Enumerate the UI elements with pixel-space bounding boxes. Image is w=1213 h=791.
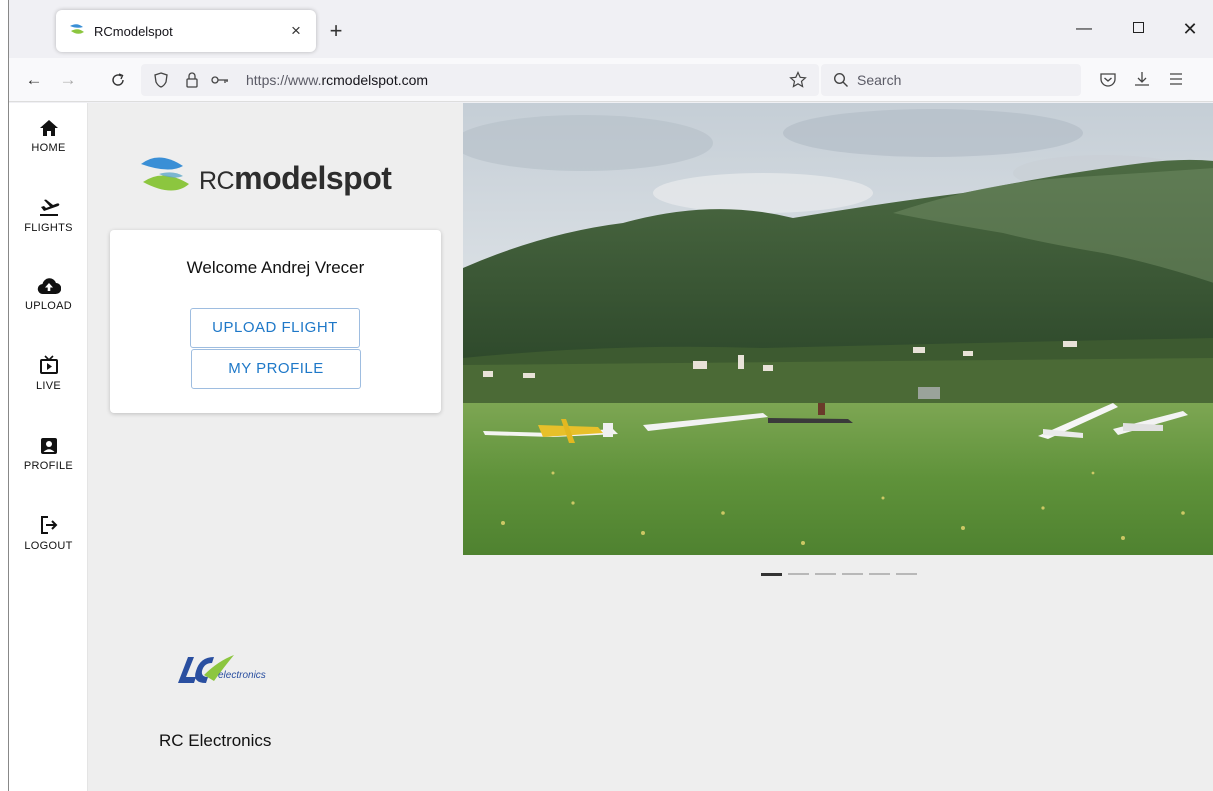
- reload-button[interactable]: [105, 68, 131, 92]
- site-favicon-icon: [70, 24, 84, 34]
- address-bar[interactable]: https://www.rcmodelspot.com: [141, 64, 819, 96]
- url-text: https://www.rcmodelspot.com: [246, 72, 429, 88]
- key-icon[interactable]: [211, 74, 229, 86]
- search-placeholder: Search: [857, 72, 902, 88]
- side-navigation: HOME FLIGHTS UPLOAD LIVE PROFILE LOGOUT: [9, 103, 88, 791]
- sidebar-item-label: HOME: [31, 142, 66, 154]
- browser-tab[interactable]: RCmodelspot ×: [56, 10, 316, 52]
- logo-wordmark: RCmodelspot: [199, 159, 392, 196]
- carousel-dot[interactable]: [788, 573, 809, 575]
- welcome-card: Welcome Andrej Vrecer UPLOAD FLIGHT MY P…: [110, 230, 441, 413]
- sidebar-item-logout[interactable]: LOGOUT: [9, 515, 88, 552]
- my-profile-button[interactable]: MY PROFILE: [191, 349, 361, 389]
- home-icon: [39, 120, 58, 136]
- bookmark-star-icon[interactable]: [789, 71, 807, 89]
- sidebar-item-label: LIVE: [35, 380, 62, 392]
- search-bar[interactable]: Search: [821, 64, 1081, 96]
- sidebar-item-profile[interactable]: PROFILE: [9, 437, 88, 472]
- airplane-icon: [39, 199, 59, 216]
- browser-window: RCmodelspot × + — ✕ ← → https://www.rcmo…: [8, 0, 1213, 791]
- cloud-upload-icon: [37, 278, 61, 295]
- page-content: HOME FLIGHTS UPLOAD LIVE PROFILE LOGOUT …: [9, 103, 1213, 791]
- sidebar-item-label: PROFILE: [23, 460, 74, 472]
- carousel-dot[interactable]: [815, 573, 836, 575]
- new-tab-button[interactable]: +: [323, 18, 349, 44]
- reload-icon: [112, 73, 124, 86]
- sponsor-logo-text: electronics: [218, 670, 266, 681]
- rc-electronics-logo[interactable]: electronics: [174, 651, 284, 691]
- hero-carousel-image[interactable]: [463, 103, 1213, 555]
- sidebar-item-label: FLIGHTS: [24, 222, 73, 234]
- carousel-dot[interactable]: [896, 573, 917, 575]
- carousel-dot[interactable]: [869, 573, 890, 575]
- forward-button[interactable]: →: [55, 68, 81, 92]
- sidebar-item-flights[interactable]: FLIGHTS: [9, 197, 88, 234]
- carousel-indicators: [761, 573, 917, 576]
- rcmodelspot-logo-icon: [141, 157, 189, 191]
- carousel-dot[interactable]: [842, 573, 863, 575]
- back-button[interactable]: ←: [21, 68, 47, 92]
- menu-icon[interactable]: [1167, 70, 1185, 88]
- logout-icon: [40, 516, 57, 534]
- close-window-button[interactable]: ✕: [1167, 14, 1213, 44]
- sidebar-item-label: UPLOAD: [24, 300, 73, 312]
- tab-title: RCmodelspot: [94, 23, 173, 39]
- sidebar-item-upload[interactable]: UPLOAD: [9, 277, 88, 312]
- tab-strip: RCmodelspot × + — ✕: [9, 0, 1213, 58]
- profile-icon: [40, 438, 57, 454]
- sidebar-item-home[interactable]: HOME: [9, 119, 88, 154]
- live-tv-icon: [39, 355, 58, 374]
- maximize-button[interactable]: [1115, 14, 1161, 44]
- download-icon[interactable]: [1133, 70, 1151, 88]
- upload-flight-button[interactable]: UPLOAD FLIGHT: [190, 308, 360, 348]
- minimize-button[interactable]: —: [1061, 14, 1107, 44]
- close-tab-icon[interactable]: ×: [286, 21, 306, 41]
- pocket-icon[interactable]: [1099, 71, 1117, 89]
- shield-icon[interactable]: [153, 72, 169, 88]
- search-icon: [833, 72, 848, 87]
- sidebar-item-label: LOGOUT: [24, 540, 73, 552]
- welcome-message: Welcome Andrej Vrecer: [186, 258, 365, 277]
- sidebar-item-live[interactable]: LIVE: [9, 355, 88, 392]
- site-logo[interactable]: RCmodelspot: [139, 153, 392, 203]
- carousel-dot[interactable]: [761, 573, 782, 576]
- lock-icon[interactable]: [185, 72, 199, 88]
- sponsor-name: RC Electronics: [159, 731, 272, 750]
- navigation-bar: ← → https://www.rcmodelspot.com Search: [9, 58, 1213, 102]
